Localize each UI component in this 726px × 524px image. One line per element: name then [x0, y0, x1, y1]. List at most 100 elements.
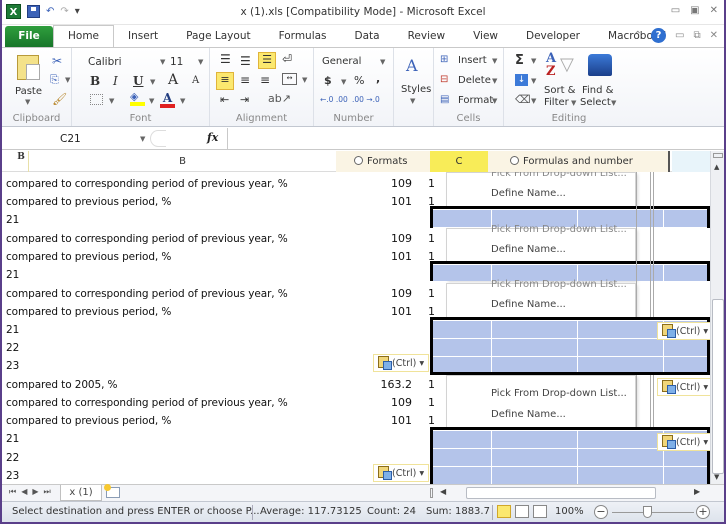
- insert-cells-icon[interactable]: ⊞: [440, 54, 448, 65]
- menu-item-define-name[interactable]: Define Name...: [491, 299, 566, 310]
- table-row[interactable]: compared to 2005, % 163.2 1: [2, 376, 442, 394]
- tab-data[interactable]: Data: [341, 26, 394, 47]
- font-size-dropdown-icon[interactable]: ▼: [198, 58, 203, 66]
- table-row[interactable]: compared to previous period, % 101 1: [2, 248, 442, 266]
- table-row[interactable]: compared to corresponding period of prev…: [2, 394, 442, 412]
- fill-icon[interactable]: ↓: [515, 74, 528, 86]
- align-top-icon[interactable]: ☰: [220, 52, 231, 66]
- fill-color-icon[interactable]: ◈: [130, 91, 145, 106]
- merge-dropdown-icon[interactable]: ▼: [302, 76, 307, 84]
- find-select-label-1[interactable]: Find &: [582, 85, 613, 96]
- help-icon[interactable]: ?: [651, 28, 667, 43]
- copy-dropdown-icon[interactable]: ▼: [65, 76, 70, 84]
- table-row[interactable]: compared to corresponding period of prev…: [2, 230, 442, 248]
- number-format-dropdown-icon[interactable]: ▼: [380, 58, 385, 66]
- paste-options-button[interactable]: (Ctrl) ▾: [373, 354, 430, 372]
- align-right-icon[interactable]: ≡: [260, 73, 270, 87]
- tab-page-layout[interactable]: Page Layout: [172, 26, 264, 47]
- workbook-close-icon[interactable]: ✕: [710, 30, 718, 41]
- table-row[interactable]: 21: [2, 211, 442, 229]
- underline-dropdown-icon[interactable]: ▼: [150, 78, 155, 86]
- vertical-scroll-thumb[interactable]: [712, 299, 724, 474]
- bold-button[interactable]: B: [90, 74, 100, 88]
- name-box[interactable]: C21: [6, 130, 146, 148]
- scroll-right-icon[interactable]: ▶: [694, 487, 700, 496]
- first-sheet-icon[interactable]: ⏮: [9, 487, 21, 496]
- comma-button[interactable]: ,: [376, 72, 380, 85]
- tab-split-handle[interactable]: [430, 488, 433, 498]
- zoom-out-button[interactable]: −: [594, 505, 608, 519]
- name-box-dropdown-icon[interactable]: ▼: [140, 135, 145, 143]
- zoom-in-button[interactable]: +: [696, 505, 710, 519]
- tab-view[interactable]: View: [459, 26, 512, 47]
- menu-item-format-cells[interactable]: [491, 372, 494, 383]
- table-row[interactable]: compared to previous period, % 101 1: [2, 412, 442, 430]
- borders-dropdown-icon[interactable]: ▼: [109, 97, 114, 105]
- tab-developer[interactable]: Developer: [512, 26, 594, 47]
- format-cells-button[interactable]: Format: [458, 95, 493, 106]
- table-row[interactable]: compared to corresponding period of prev…: [2, 175, 442, 193]
- tab-review[interactable]: Review: [394, 26, 459, 47]
- merge-center-icon[interactable]: ↔: [282, 73, 297, 85]
- split-box[interactable]: [713, 153, 723, 158]
- page-layout-view-button[interactable]: [515, 505, 529, 518]
- find-select-dropdown-icon[interactable]: ▼: [611, 99, 616, 107]
- zoom-slider-thumb[interactable]: [643, 506, 652, 518]
- italic-button[interactable]: I: [113, 74, 118, 88]
- scroll-up-icon[interactable]: ▲: [714, 163, 719, 171]
- decrease-indent-icon[interactable]: ⇤: [220, 93, 229, 106]
- currency-dropdown-icon[interactable]: ▼: [341, 78, 346, 86]
- workbook-minimize-icon[interactable]: ▭: [675, 30, 684, 41]
- insert-cells-button[interactable]: Insert: [458, 55, 487, 66]
- zoom-level[interactable]: 100%: [555, 506, 584, 517]
- restore-icon[interactable]: ▣: [690, 5, 699, 16]
- paste-options-button[interactable]: (Ctrl) ▾: [657, 322, 710, 340]
- sort-filter-label-1[interactable]: Sort &: [544, 85, 575, 96]
- vertical-scrollbar[interactable]: ▲ ▼: [710, 151, 724, 484]
- column-header-b[interactable]: B: [28, 151, 336, 172]
- fill-color-dropdown-icon[interactable]: ▼: [149, 97, 154, 105]
- scroll-down-icon[interactable]: ▼: [714, 473, 719, 481]
- increase-indent-icon[interactable]: ⇥: [240, 93, 249, 106]
- column-header-c[interactable]: C: [430, 151, 488, 172]
- align-bottom-icon[interactable]: ☰: [258, 52, 276, 69]
- align-middle-icon[interactable]: ☰: [240, 54, 251, 68]
- percent-button[interactable]: %: [354, 74, 364, 87]
- menu-item-define-name[interactable]: Define Name...: [491, 244, 566, 255]
- format-dropdown-icon[interactable]: ▼: [492, 97, 497, 105]
- delete-cells-icon[interactable]: ⊟: [440, 74, 448, 85]
- borders-icon[interactable]: [90, 94, 103, 105]
- font-name-dropdown-icon[interactable]: ▼: [160, 58, 165, 66]
- tab-file[interactable]: File: [5, 26, 53, 47]
- zoom-slider-track[interactable]: [612, 512, 694, 513]
- delete-dropdown-icon[interactable]: ▼: [492, 77, 497, 85]
- workbook-restore-icon[interactable]: ⧉: [693, 30, 700, 41]
- grow-font-button[interactable]: A: [168, 72, 178, 88]
- sort-filter-icon[interactable]: AZ: [546, 52, 556, 78]
- align-left-icon[interactable]: ≡: [216, 72, 234, 90]
- align-center-icon[interactable]: ≡: [240, 73, 250, 87]
- table-row[interactable]: 21: [2, 266, 442, 284]
- font-name-select[interactable]: Calibri: [88, 56, 122, 68]
- paste-options-button[interactable]: (Ctrl) ▾: [657, 433, 710, 451]
- paste-icon[interactable]: [17, 55, 40, 80]
- font-color-button[interactable]: A: [160, 92, 175, 108]
- worksheet-grid[interactable]: compared to corresponding period of prev…: [2, 172, 710, 484]
- tab-insert[interactable]: Insert: [114, 26, 172, 47]
- font-color-dropdown-icon[interactable]: ▼: [180, 97, 185, 105]
- close-icon[interactable]: ✕: [710, 5, 718, 16]
- table-row[interactable]: compared to corresponding period of prev…: [2, 285, 442, 303]
- selection-range[interactable]: [430, 261, 710, 281]
- increase-decimal-button[interactable]: ←.0 .00: [320, 95, 348, 104]
- page-break-view-button[interactable]: [533, 505, 547, 518]
- delete-cells-button[interactable]: Delete: [458, 75, 491, 86]
- currency-button[interactable]: $: [324, 74, 332, 87]
- menu-item-pick-from-list[interactable]: Pick From Drop-down List...: [491, 388, 627, 399]
- autosum-button[interactable]: Σ: [515, 53, 524, 68]
- horizontal-scrollbar[interactable]: ◀ ▶: [430, 487, 715, 500]
- sort-filter-dropdown-icon[interactable]: ▼: [571, 99, 576, 107]
- autosum-dropdown-icon[interactable]: ▼: [531, 57, 536, 65]
- fill-dropdown-icon[interactable]: ▼: [531, 77, 536, 85]
- sheet-nav-buttons[interactable]: ⏮◀▶⏭: [9, 487, 56, 497]
- styles-icon[interactable]: A: [406, 56, 418, 75]
